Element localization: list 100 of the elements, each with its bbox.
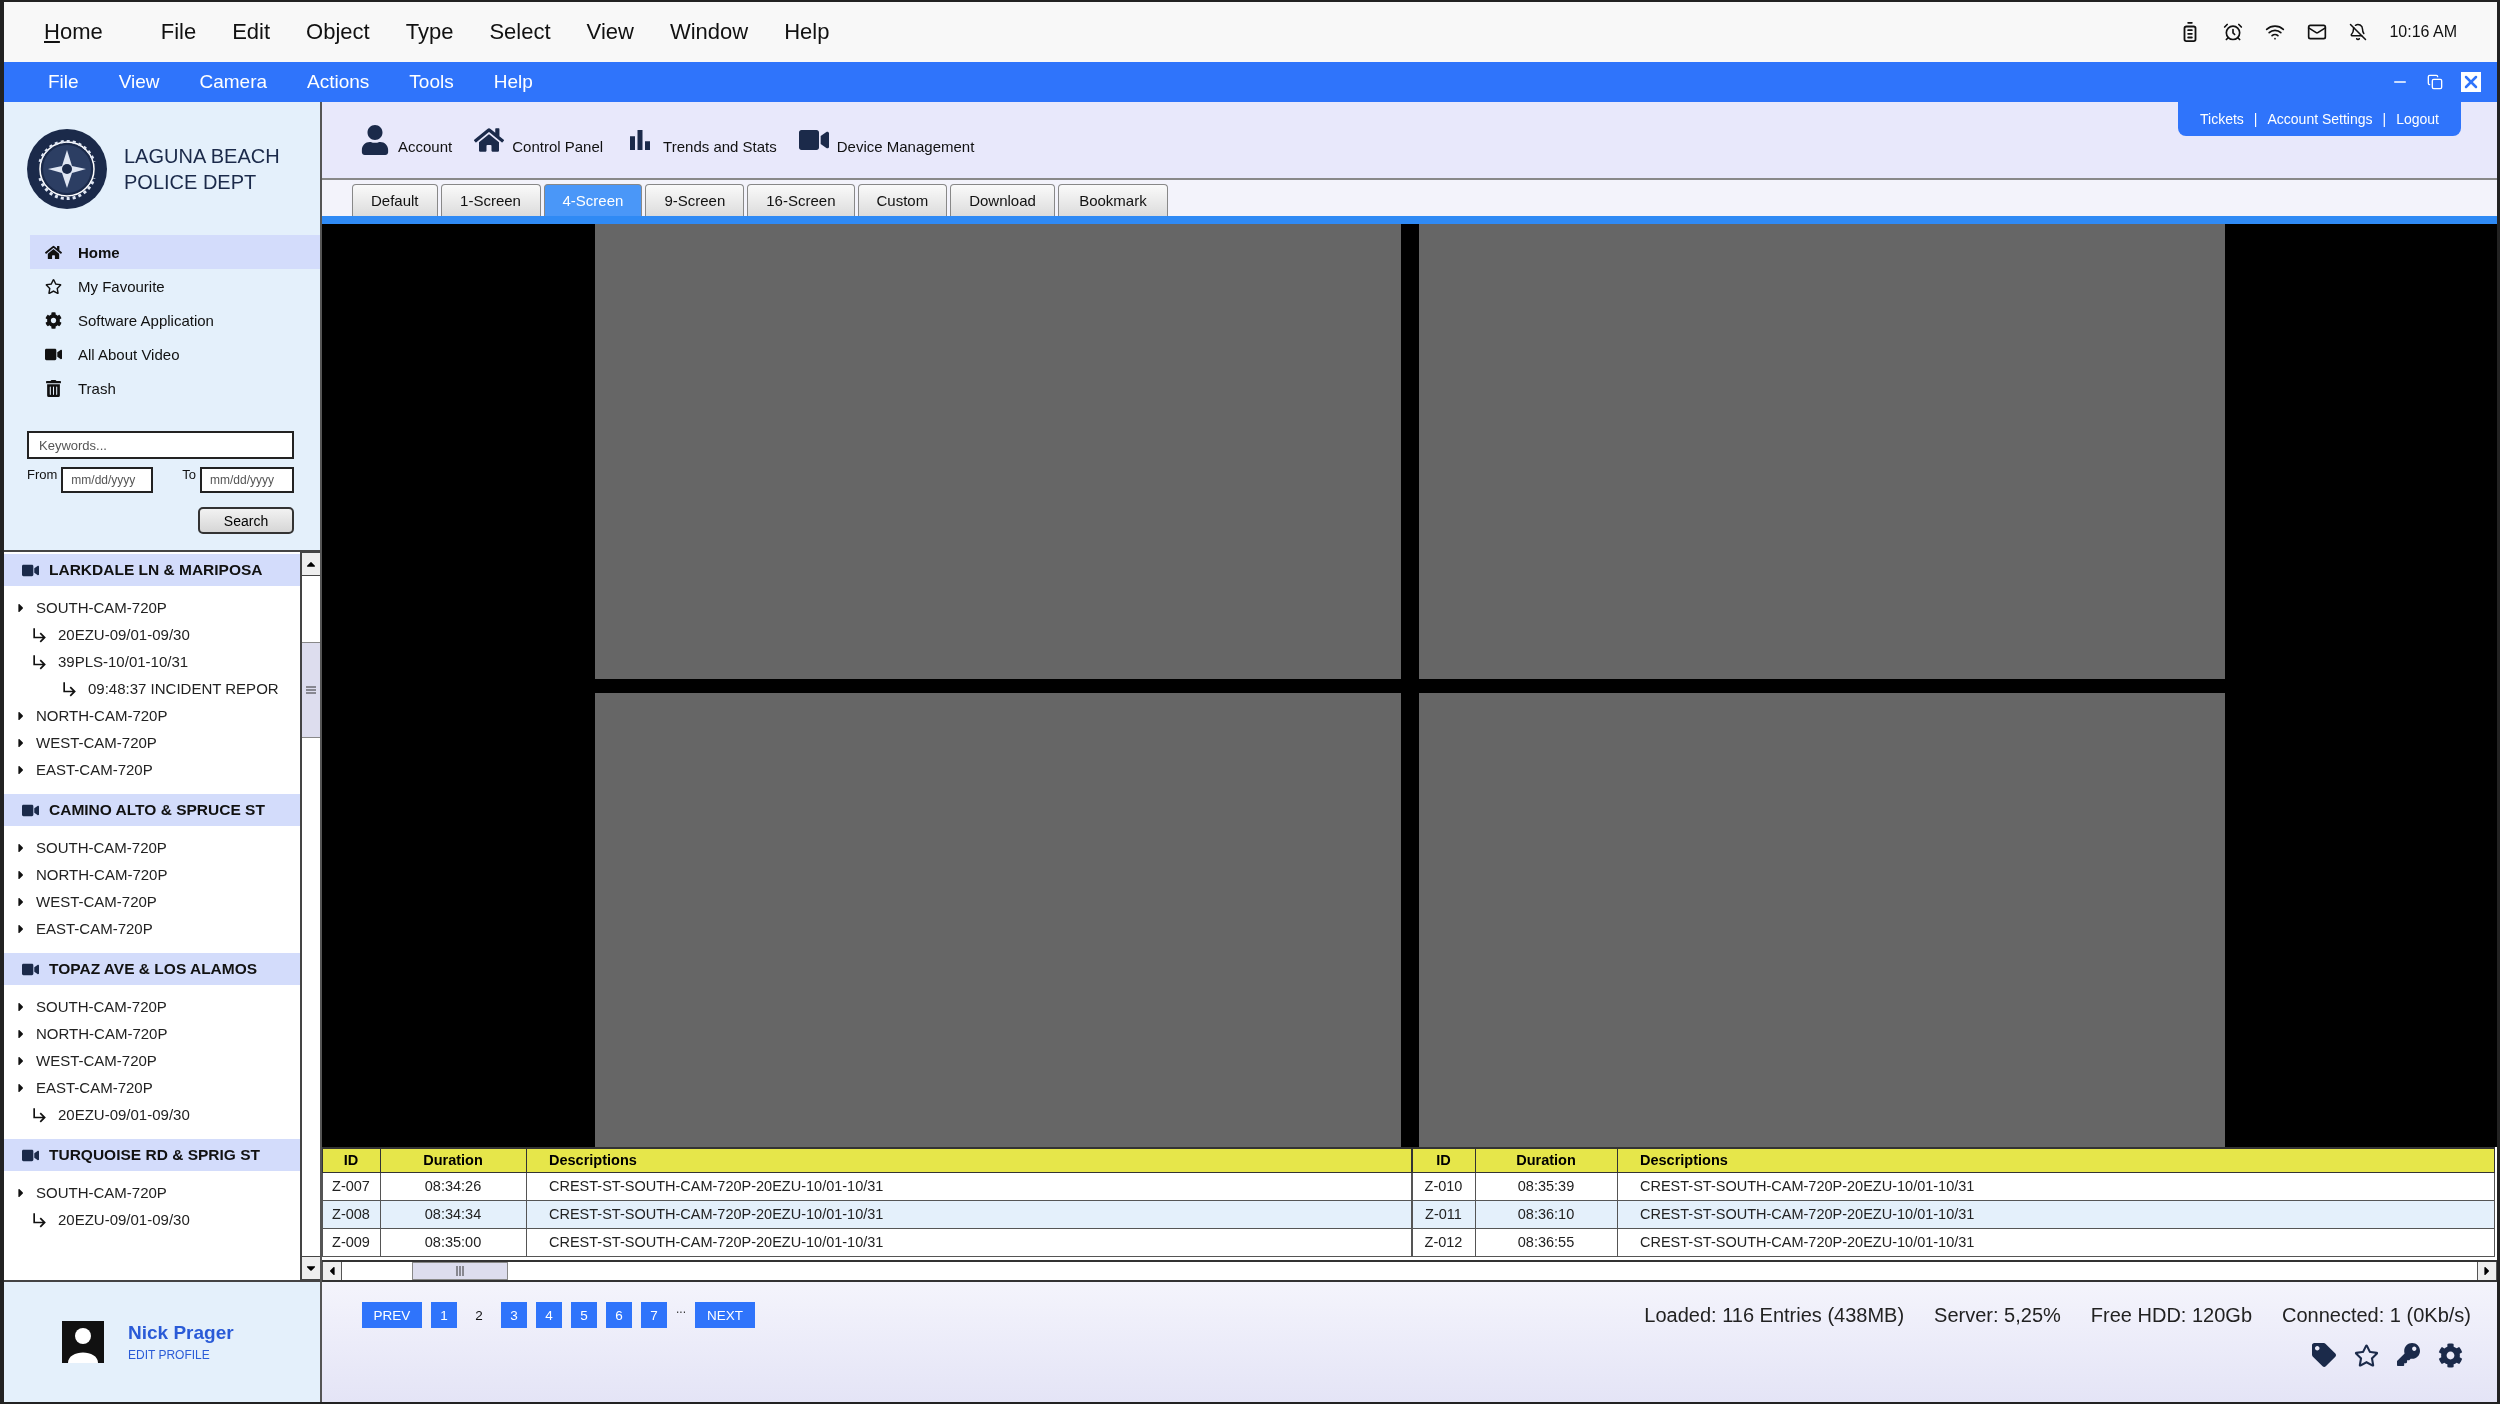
restore-icon[interactable] [2427, 74, 2443, 90]
alarm-clock-icon[interactable] [2223, 22, 2244, 42]
tree-item[interactable]: WEST-CAM-720P [36, 734, 157, 751]
star-icon[interactable] [2354, 1343, 2379, 1368]
settings-icon[interactable] [2438, 1343, 2463, 1368]
video-tile[interactable] [594, 692, 1401, 1147]
page-button[interactable]: 2 [466, 1302, 492, 1328]
wifi-icon[interactable] [2265, 22, 2286, 42]
search-button[interactable]: Search [198, 507, 294, 534]
tree-item[interactable]: EAST-CAM-720P [36, 761, 153, 778]
menu-item[interactable]: Type [405, 19, 454, 45]
from-date-field[interactable]: mm/dd/yyyy [61, 467, 154, 493]
tree-item[interactable]: EAST-CAM-720P [36, 1079, 153, 1096]
view-tab[interactable]: Custom [857, 184, 948, 216]
nav-item[interactable]: All About Video [30, 337, 320, 371]
tree-item[interactable]: 39PLS-10/01-10/31 [58, 653, 189, 670]
page-button[interactable]: 4 [536, 1302, 562, 1328]
scroll-right-icon[interactable] [2477, 1262, 2497, 1280]
camera-group-header[interactable]: LARKDALE LN & MARIPOSA [4, 554, 300, 586]
menu-item[interactable]: File [160, 19, 197, 45]
header-link[interactable]: Logout [2396, 111, 2439, 127]
toolbar-button[interactable]: Control Panel [474, 125, 604, 155]
camera-group-header[interactable]: CAMINO ALTO & SPRUCE ST [4, 794, 300, 826]
view-tab[interactable]: Download [950, 184, 1055, 216]
camera-group-header[interactable]: TOPAZ AVE & LOS ALAMOS [4, 953, 300, 985]
toolbar-button[interactable]: Device Management [798, 125, 975, 155]
menu-item[interactable]: Window [669, 19, 749, 45]
status-text: Loaded: 116 Entries (438MB) [1644, 1304, 1905, 1327]
page-button[interactable]: 6 [606, 1302, 632, 1328]
mail-icon[interactable] [2307, 22, 2328, 42]
prev-button[interactable]: PREV [362, 1302, 422, 1328]
view-tab[interactable]: 1-Screen [440, 184, 541, 216]
header-link[interactable]: Tickets [2200, 111, 2244, 127]
menu-item[interactable]: Tools [409, 71, 454, 93]
user-icon [360, 125, 390, 155]
scroll-thumb[interactable] [412, 1262, 508, 1280]
tree-item[interactable]: NORTH-CAM-720P [36, 707, 168, 724]
camera-group-header[interactable]: TURQUOISE RD & SPRIG ST [4, 1139, 300, 1171]
table-cell: CREST-ST-SOUTH-CAM-720P-20EZU-10/01-10/31 [1617, 1172, 2495, 1200]
menu-item[interactable]: View [586, 19, 634, 45]
keywords-field[interactable]: Keywords... [27, 431, 294, 459]
menu-item[interactable]: Help [784, 19, 830, 45]
tree-item[interactable]: NORTH-CAM-720P [36, 866, 168, 883]
nav-item[interactable]: Home [30, 235, 320, 269]
menu-item[interactable]: View [118, 71, 160, 93]
tree-item[interactable]: SOUTH-CAM-720P [36, 1184, 167, 1201]
tree-item[interactable]: WEST-CAM-720P [36, 893, 157, 910]
nav-item[interactable]: My Favourite [30, 269, 320, 303]
menu-item[interactable]: Edit [232, 19, 271, 45]
toolbar-button[interactable]: Account [360, 125, 453, 155]
toolbar-button[interactable]: Trends and Stats [625, 125, 777, 155]
horizontal-scrollbar[interactable] [322, 1260, 2497, 1282]
tree-item[interactable]: WEST-CAM-720P [36, 1052, 157, 1069]
vertical-scrollbar[interactable] [300, 552, 320, 1280]
tree-item[interactable]: EAST-CAM-720P [36, 920, 153, 937]
menu-item[interactable]: Help [493, 71, 533, 93]
next-button[interactable]: NEXT [695, 1302, 755, 1328]
menu-item[interactable]: Object [306, 19, 370, 45]
menu-item[interactable]: File [48, 71, 79, 93]
scroll-up-icon[interactable] [302, 552, 320, 576]
menu-item[interactable]: Home [44, 19, 103, 45]
page-button[interactable]: 3 [501, 1302, 527, 1328]
tree-item[interactable]: 20EZU-09/01-09/30 [58, 1106, 190, 1123]
menu-item[interactable]: Select [489, 19, 551, 45]
video-tile[interactable] [1418, 224, 2225, 679]
scroll-thumb[interactable] [302, 642, 320, 738]
tree-item[interactable]: 20EZU-09/01-09/30 [58, 1211, 190, 1228]
tag-icon[interactable] [2312, 1343, 2336, 1368]
header-link[interactable]: Account Settings [2267, 111, 2373, 127]
table-cell: CREST-ST-SOUTH-CAM-720P-20EZU-10/01-10/31 [526, 1172, 1412, 1200]
table-cell: 08:36:55 [1475, 1228, 1618, 1256]
view-tab[interactable]: Bookmark [1057, 184, 1168, 216]
tree-item[interactable]: 20EZU-09/01-09/30 [58, 626, 190, 643]
menu-item[interactable]: Actions [307, 71, 370, 93]
tree-item[interactable]: NORTH-CAM-720P [36, 1025, 168, 1042]
page-button[interactable]: 1 [431, 1302, 457, 1328]
status-text: Free HDD: 120Gb [2090, 1304, 2252, 1327]
view-tab[interactable]: Default [352, 184, 438, 216]
user-name: Nick Prager [128, 1322, 234, 1344]
close-icon[interactable] [2461, 72, 2481, 92]
video-tile[interactable] [1418, 692, 2225, 1147]
scroll-left-icon[interactable] [322, 1262, 342, 1280]
scroll-down-icon[interactable] [302, 1256, 320, 1280]
page-button[interactable]: 7 [641, 1302, 667, 1328]
tree-item[interactable]: SOUTH-CAM-720P [36, 998, 167, 1015]
bell-off-icon[interactable] [2349, 23, 2368, 41]
edit-profile-link[interactable]: EDIT PROFILE [128, 1348, 234, 1362]
nav-item[interactable]: Trash [30, 371, 320, 405]
tree-item[interactable]: SOUTH-CAM-720P [36, 599, 167, 616]
view-tab[interactable]: 16-Screen [747, 184, 855, 216]
key-icon[interactable] [2397, 1343, 2420, 1368]
column-header: ID [1412, 1148, 1476, 1172]
view-tab[interactable]: 9-Screen [645, 184, 745, 216]
menu-item[interactable]: Camera [199, 71, 268, 93]
nav-item[interactable]: Software Application [30, 303, 320, 337]
tree-item[interactable]: SOUTH-CAM-720P [36, 839, 167, 856]
video-tile[interactable] [594, 224, 1401, 679]
to-date-field[interactable]: mm/dd/yyyy [200, 467, 294, 493]
page-button[interactable]: 5 [571, 1302, 597, 1328]
tree-item[interactable]: 09:48:37 INCIDENT REPOR [88, 680, 279, 697]
